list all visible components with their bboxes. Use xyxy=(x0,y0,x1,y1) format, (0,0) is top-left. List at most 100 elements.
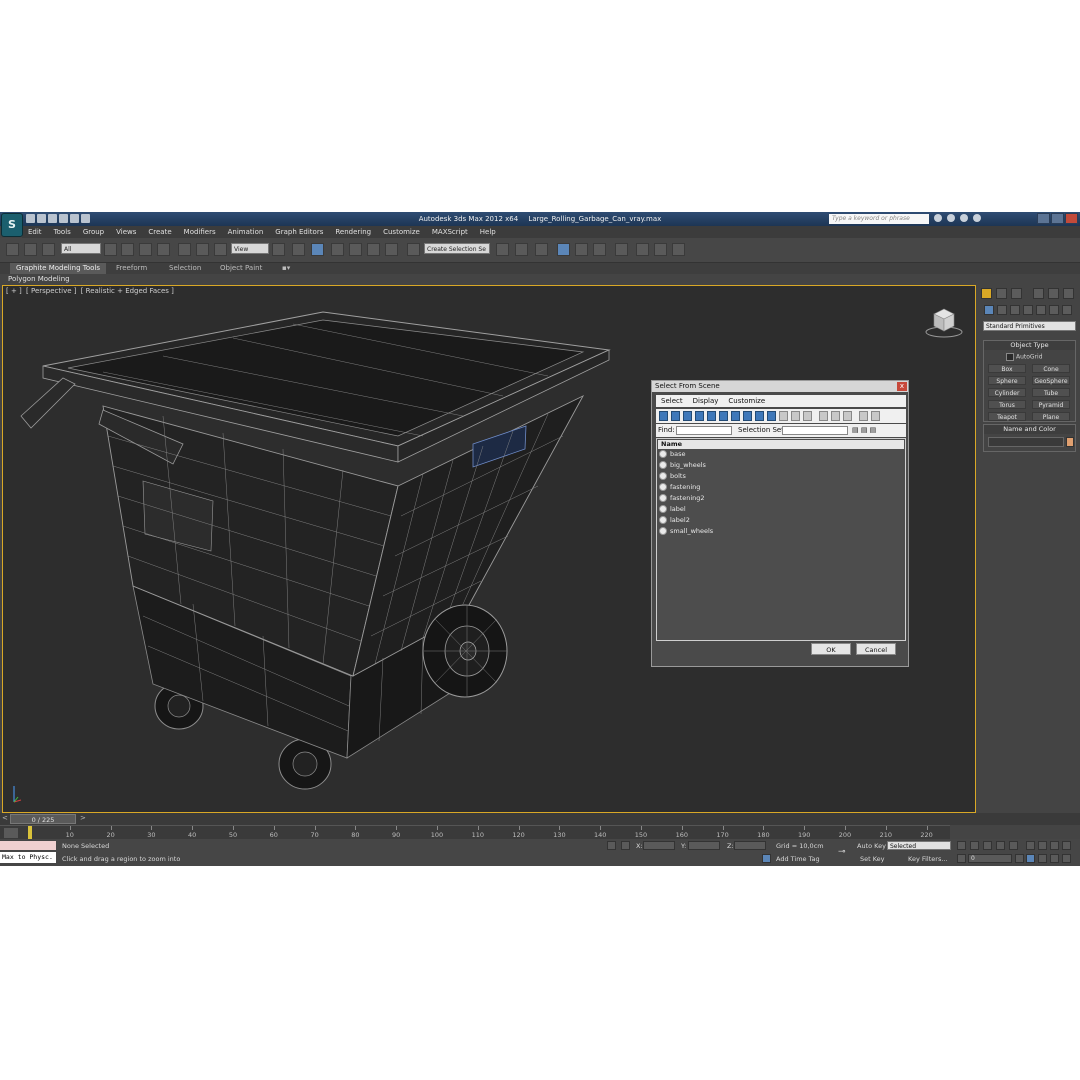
orbit-icon[interactable] xyxy=(1050,854,1059,863)
display-tab-icon[interactable] xyxy=(1048,288,1059,299)
tab-freeform[interactable]: Freeform xyxy=(110,263,153,274)
display-bones-icon[interactable] xyxy=(755,411,764,421)
schematic-view-icon[interactable] xyxy=(593,243,606,256)
go-to-end-icon[interactable] xyxy=(1009,841,1018,850)
layer-manager-icon[interactable] xyxy=(535,243,548,256)
display-space-warps-icon[interactable] xyxy=(719,411,728,421)
pyramid-button[interactable]: Pyramid xyxy=(1032,400,1070,409)
zoom-all-icon[interactable] xyxy=(1038,841,1047,850)
display-cameras-icon[interactable] xyxy=(695,411,704,421)
tab-object-paint[interactable]: Object Paint xyxy=(214,263,268,274)
display-helpers-icon[interactable] xyxy=(707,411,716,421)
display-containers-icon[interactable] xyxy=(767,411,776,421)
rectangular-selection-icon[interactable] xyxy=(139,243,152,256)
polygon-modeling-panel-label[interactable]: Polygon Modeling xyxy=(8,274,70,284)
spinner-snap-icon[interactable] xyxy=(385,243,398,256)
time-slider-thumb[interactable]: 0 / 225 xyxy=(10,814,76,824)
systems-icon[interactable] xyxy=(1062,305,1072,315)
geometry-type-dropdown[interactable]: Standard Primitives xyxy=(983,321,1076,331)
dialog-menu-customize[interactable]: Customize xyxy=(723,395,770,407)
maxscript-listener-output[interactable] xyxy=(0,841,56,850)
binoculars-icon[interactable] xyxy=(934,214,942,222)
cylinder-button[interactable]: Cylinder xyxy=(988,388,1026,397)
percent-snap-icon[interactable] xyxy=(367,243,380,256)
go-to-start-icon[interactable] xyxy=(957,841,966,850)
display-shapes-icon[interactable] xyxy=(671,411,680,421)
key-mode-dropdown[interactable]: Selected xyxy=(887,841,951,850)
list-item[interactable]: label2 xyxy=(658,515,904,526)
hierarchy-tab-icon[interactable] xyxy=(1011,288,1022,299)
snaps-toggle-icon[interactable] xyxy=(331,243,344,256)
list-item[interactable]: label xyxy=(658,504,904,515)
select-and-link-icon[interactable] xyxy=(6,243,19,256)
graphite-modeling-toggle-icon[interactable] xyxy=(557,243,570,256)
menu-maxscript[interactable]: MAXScript xyxy=(426,226,474,238)
menu-edit[interactable]: Edit xyxy=(22,226,48,238)
lights-icon[interactable] xyxy=(1010,305,1020,315)
zoom-icon[interactable] xyxy=(1026,841,1035,850)
select-all-icon[interactable] xyxy=(819,411,828,421)
display-frozen-icon[interactable] xyxy=(779,411,788,421)
time-tag-icon[interactable] xyxy=(762,854,771,863)
pivot-center-icon[interactable] xyxy=(272,243,285,256)
display-all-icon[interactable] xyxy=(803,411,812,421)
menu-create[interactable]: Create xyxy=(142,226,177,238)
application-menu-button[interactable]: S xyxy=(1,213,23,237)
selection-filter-dropdown[interactable]: All xyxy=(61,243,101,254)
torus-button[interactable]: Torus xyxy=(988,400,1026,409)
minimize-button[interactable] xyxy=(1037,213,1050,224)
zoom-region-icon[interactable] xyxy=(1026,854,1035,863)
name-column-header[interactable]: Name xyxy=(658,440,904,449)
set-key-icon[interactable]: ⊸ xyxy=(838,847,846,857)
close-button[interactable] xyxy=(1065,213,1078,224)
shapes-icon[interactable] xyxy=(997,305,1007,315)
render-production-icon[interactable] xyxy=(672,243,685,256)
space-warps-icon[interactable] xyxy=(1049,305,1059,315)
list-item[interactable]: base xyxy=(658,449,904,460)
zoom-extents-icon[interactable] xyxy=(1050,841,1059,850)
named-selection-sets-dropdown[interactable]: Create Selection Se xyxy=(424,243,490,254)
menu-tools[interactable]: Tools xyxy=(48,226,77,238)
dialog-menu-display[interactable]: Display xyxy=(688,395,724,407)
key-filters-button[interactable]: Key Filters... xyxy=(908,855,948,863)
align-icon[interactable] xyxy=(515,243,528,256)
set-key-button[interactable]: Set Key xyxy=(860,855,885,863)
list-item[interactable]: big_wheels xyxy=(658,460,904,471)
menu-modifiers[interactable]: Modifiers xyxy=(178,226,222,238)
reference-coordinate-dropdown[interactable]: View xyxy=(231,243,269,254)
menu-group[interactable]: Group xyxy=(77,226,110,238)
cone-button[interactable]: Cone xyxy=(1032,364,1070,373)
rotate-icon[interactable] xyxy=(196,243,209,256)
previous-frame-icon[interactable] xyxy=(970,841,979,850)
tube-button[interactable]: Tube xyxy=(1032,388,1070,397)
time-slider-next-icon[interactable]: > xyxy=(80,814,86,822)
key-mode-toggle-icon[interactable] xyxy=(957,854,966,863)
tab-graphite-modeling-tools[interactable]: Graphite Modeling Tools xyxy=(10,263,107,274)
window-crossing-icon[interactable] xyxy=(157,243,170,256)
zoom-extents-all-icon[interactable] xyxy=(1062,841,1071,850)
motion-tab-icon[interactable] xyxy=(1033,288,1044,299)
render-setup-icon[interactable] xyxy=(636,243,649,256)
dialog-menu-select[interactable]: Select xyxy=(656,395,688,407)
maxscript-mini-listener[interactable]: Max to Physc. xyxy=(0,852,56,863)
geometry-icon[interactable] xyxy=(984,305,994,315)
track-bar[interactable]: 10 20 30 40 50 60 70 80 90 100 110 120 130 140 150 160 1… xyxy=(0,825,950,840)
x-coordinate-field[interactable] xyxy=(643,841,675,850)
create-tab-icon[interactable] xyxy=(981,288,992,299)
maximize-button[interactable] xyxy=(1051,213,1064,224)
selection-set-dropdown[interactable] xyxy=(782,426,848,435)
menu-animation[interactable]: Animation xyxy=(222,226,270,238)
find-input[interactable] xyxy=(676,426,732,435)
list-item[interactable]: fastening2 xyxy=(658,493,904,504)
next-frame-icon[interactable] xyxy=(996,841,1005,850)
dialog-close-button[interactable]: x xyxy=(897,382,907,391)
filter-options-icon[interactable] xyxy=(871,411,880,421)
scale-icon[interactable] xyxy=(214,243,227,256)
viewcube-icon[interactable] xyxy=(924,304,964,340)
auto-key-button[interactable]: Auto Key xyxy=(857,842,886,850)
unlink-icon[interactable] xyxy=(24,243,37,256)
mirror-icon[interactable] xyxy=(496,243,509,256)
object-type-rollout-title[interactable]: Object Type xyxy=(984,341,1075,350)
helpers-icon[interactable] xyxy=(1036,305,1046,315)
plane-button[interactable]: Plane xyxy=(1032,412,1070,421)
